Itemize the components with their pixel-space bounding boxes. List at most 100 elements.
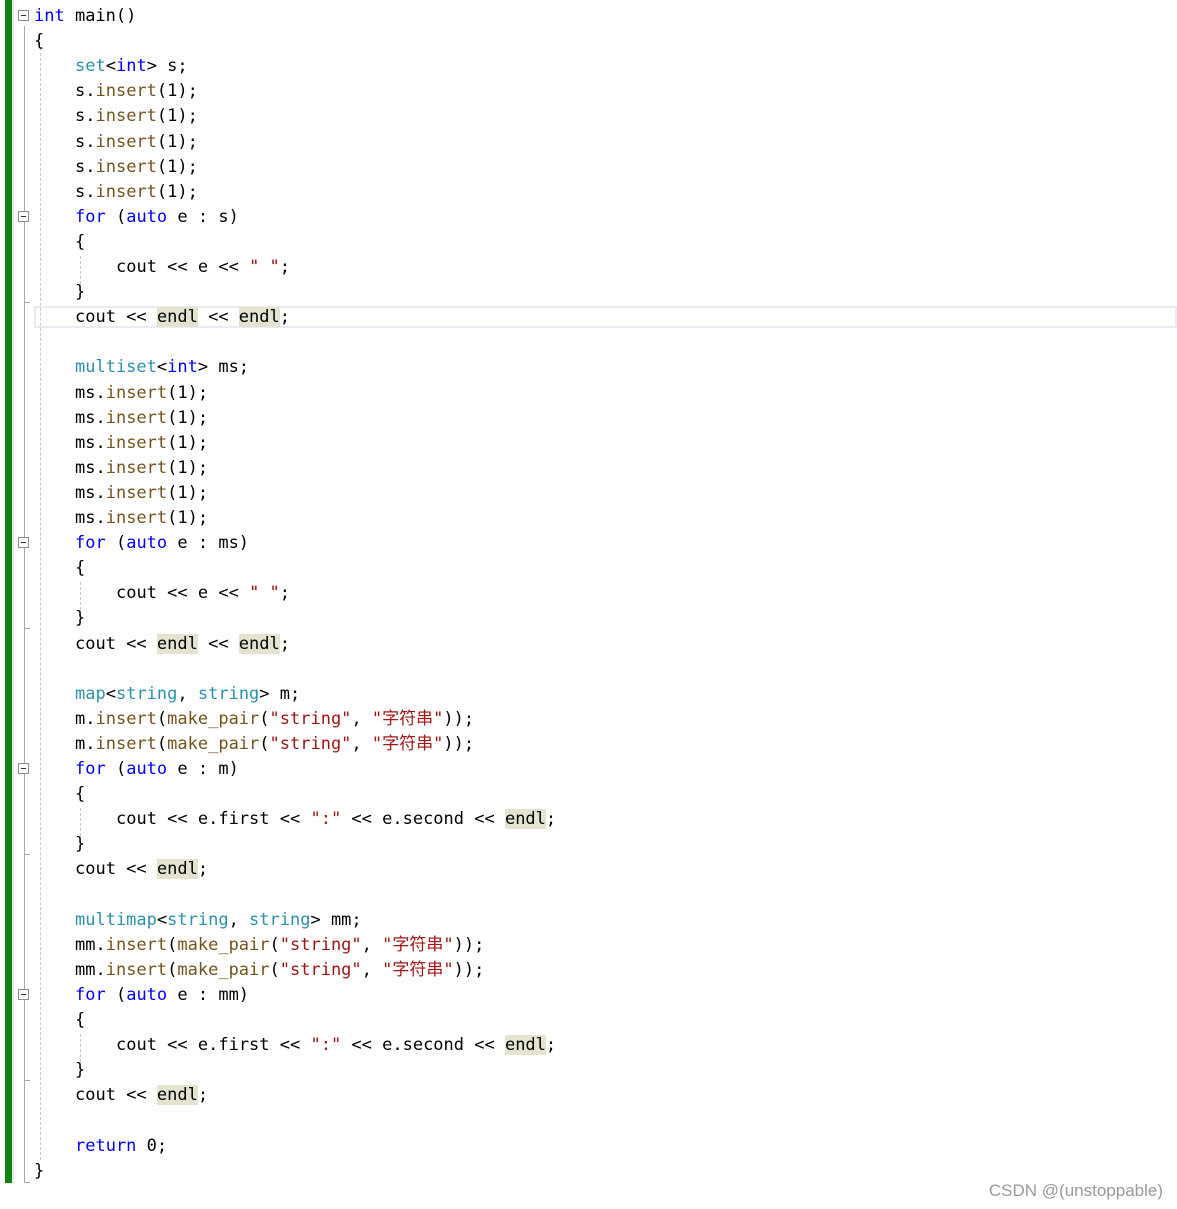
code-line[interactable]: ms.insert(1); xyxy=(0,456,1177,481)
code-text: ms.insert(1); xyxy=(75,431,208,456)
code-line[interactable]: cout << endl; xyxy=(0,1083,1177,1108)
code-text: ms.insert(1); xyxy=(75,481,208,506)
code-text: cout << e.first << ":" << e.second << en… xyxy=(116,807,556,832)
code-token: < xyxy=(105,56,116,77)
code-token: )); xyxy=(443,733,475,754)
code-token: insert xyxy=(105,457,168,478)
code-line[interactable] xyxy=(0,657,1177,682)
code-text: } xyxy=(34,1159,44,1184)
code-line[interactable]: m.insert(make_pair("string", "字符串")); xyxy=(0,732,1177,757)
code-line[interactable]: m.insert(make_pair("string", "字符串")); xyxy=(0,707,1177,732)
code-line[interactable]: cout << endl << endl; xyxy=(0,632,1177,657)
code-token: (1); xyxy=(167,482,209,503)
code-token: auto xyxy=(126,984,168,1005)
code-token: string xyxy=(115,683,178,704)
code-line[interactable]: s.insert(1); xyxy=(0,180,1177,205)
code-token: } xyxy=(75,1060,86,1081)
fold-toggle-icon[interactable] xyxy=(18,210,29,222)
code-line[interactable]: cout << e << " "; xyxy=(0,255,1177,280)
fold-toggle-icon[interactable] xyxy=(18,537,29,549)
code-token: cout << xyxy=(75,1085,157,1106)
code-token: ( xyxy=(105,759,127,779)
code-token: insert xyxy=(105,934,168,955)
code-line[interactable] xyxy=(0,330,1177,355)
code-token: << e.second << xyxy=(341,1035,505,1056)
code-line[interactable]: ms.insert(1); xyxy=(0,506,1177,531)
code-line[interactable]: cout << e << " "; xyxy=(0,581,1177,606)
code-text: { xyxy=(75,230,85,255)
code-line[interactable]: ms.insert(1); xyxy=(0,381,1177,406)
code-line[interactable]: s.insert(1); xyxy=(0,104,1177,129)
code-line[interactable]: s.insert(1); xyxy=(0,155,1177,180)
code-token: ( xyxy=(269,934,280,955)
code-line[interactable]: for (auto e : ms) xyxy=(0,531,1177,556)
code-text: cout << endl; xyxy=(75,1083,208,1108)
code-token: auto xyxy=(126,206,168,227)
fold-toggle-icon[interactable] xyxy=(18,988,29,1000)
code-text: { xyxy=(75,556,85,581)
code-token: ms. xyxy=(75,407,106,428)
code-line[interactable]: cout << e.first << ":" << e.second << en… xyxy=(0,1033,1177,1058)
code-line[interactable]: } xyxy=(0,280,1177,305)
code-line[interactable]: set<int> s; xyxy=(0,54,1177,79)
code-token: ( xyxy=(167,959,178,980)
code-token: cout << e << xyxy=(116,583,250,604)
code-line[interactable]: { xyxy=(0,782,1177,807)
code-line[interactable]: } xyxy=(0,832,1177,857)
code-token: ":" xyxy=(310,1035,342,1056)
code-line[interactable] xyxy=(0,883,1177,908)
code-line[interactable]: map<string, string> m; xyxy=(0,682,1177,707)
code-line[interactable]: ms.insert(1); xyxy=(0,406,1177,431)
code-token: insert xyxy=(95,733,157,754)
code-line[interactable]: s.insert(1); xyxy=(0,130,1177,155)
code-token: s. xyxy=(75,106,96,127)
code-line[interactable]: s.insert(1); xyxy=(0,79,1177,104)
code-token: insert xyxy=(95,181,157,202)
code-line[interactable]: { xyxy=(0,1008,1177,1033)
code-line[interactable]: { xyxy=(0,556,1177,581)
code-token: int xyxy=(167,357,198,378)
code-line[interactable]: mm.insert(make_pair("string", "字符串")); xyxy=(0,958,1177,983)
code-line[interactable]: multiset<int> ms; xyxy=(0,355,1177,380)
code-line[interactable]: for (auto e : m) xyxy=(0,757,1177,782)
code-token: for xyxy=(75,984,106,1005)
code-line[interactable]: ms.insert(1); xyxy=(0,431,1177,456)
code-token: , xyxy=(361,934,383,955)
code-text: for (auto e : ms) xyxy=(75,531,249,556)
code-line[interactable]: cout << endl << endl; xyxy=(0,305,1177,330)
code-line[interactable]: for (auto e : s) xyxy=(0,205,1177,230)
code-line[interactable]: } xyxy=(0,1159,1177,1184)
code-token: endl xyxy=(156,859,198,880)
code-text: { xyxy=(34,29,44,54)
code-line[interactable]: } xyxy=(0,606,1177,631)
code-line[interactable]: for (auto e : mm) xyxy=(0,983,1177,1008)
code-line[interactable]: cout << e.first << ":" << e.second << en… xyxy=(0,807,1177,832)
code-token: ; xyxy=(279,307,290,328)
code-line[interactable]: { xyxy=(0,230,1177,255)
code-token: auto xyxy=(126,533,168,554)
code-token: int xyxy=(115,56,147,77)
code-token: string xyxy=(197,683,260,704)
code-line[interactable]: multimap<string, string> mm; xyxy=(0,908,1177,933)
code-line[interactable]: mm.insert(make_pair("string", "字符串")); xyxy=(0,933,1177,958)
code-token: endl xyxy=(238,307,280,328)
code-editor[interactable]: int main(){set<int> s; s.insert(1); s.inse… xyxy=(0,0,1177,1209)
code-token: ; xyxy=(545,809,557,830)
code-line[interactable]: return 0; xyxy=(0,1134,1177,1159)
code-line[interactable]: cout << endl; xyxy=(0,857,1177,882)
code-line[interactable]: ms.insert(1); xyxy=(0,481,1177,506)
code-token: (1); xyxy=(156,181,198,202)
code-token: mm. xyxy=(75,934,106,955)
code-token: < xyxy=(105,683,116,704)
code-token: e : ms) xyxy=(167,533,250,554)
fold-toggle-icon[interactable] xyxy=(18,763,29,774)
code-line[interactable]: } xyxy=(0,1058,1177,1083)
code-token: map xyxy=(75,683,106,704)
code-token: )); xyxy=(453,959,485,980)
code-token: ( xyxy=(105,206,127,227)
code-token: int xyxy=(34,6,65,26)
fold-toggle-icon[interactable] xyxy=(18,10,29,21)
code-line[interactable] xyxy=(0,1108,1177,1133)
code-line[interactable]: { xyxy=(0,29,1177,54)
code-line[interactable]: int main() xyxy=(0,4,1177,29)
